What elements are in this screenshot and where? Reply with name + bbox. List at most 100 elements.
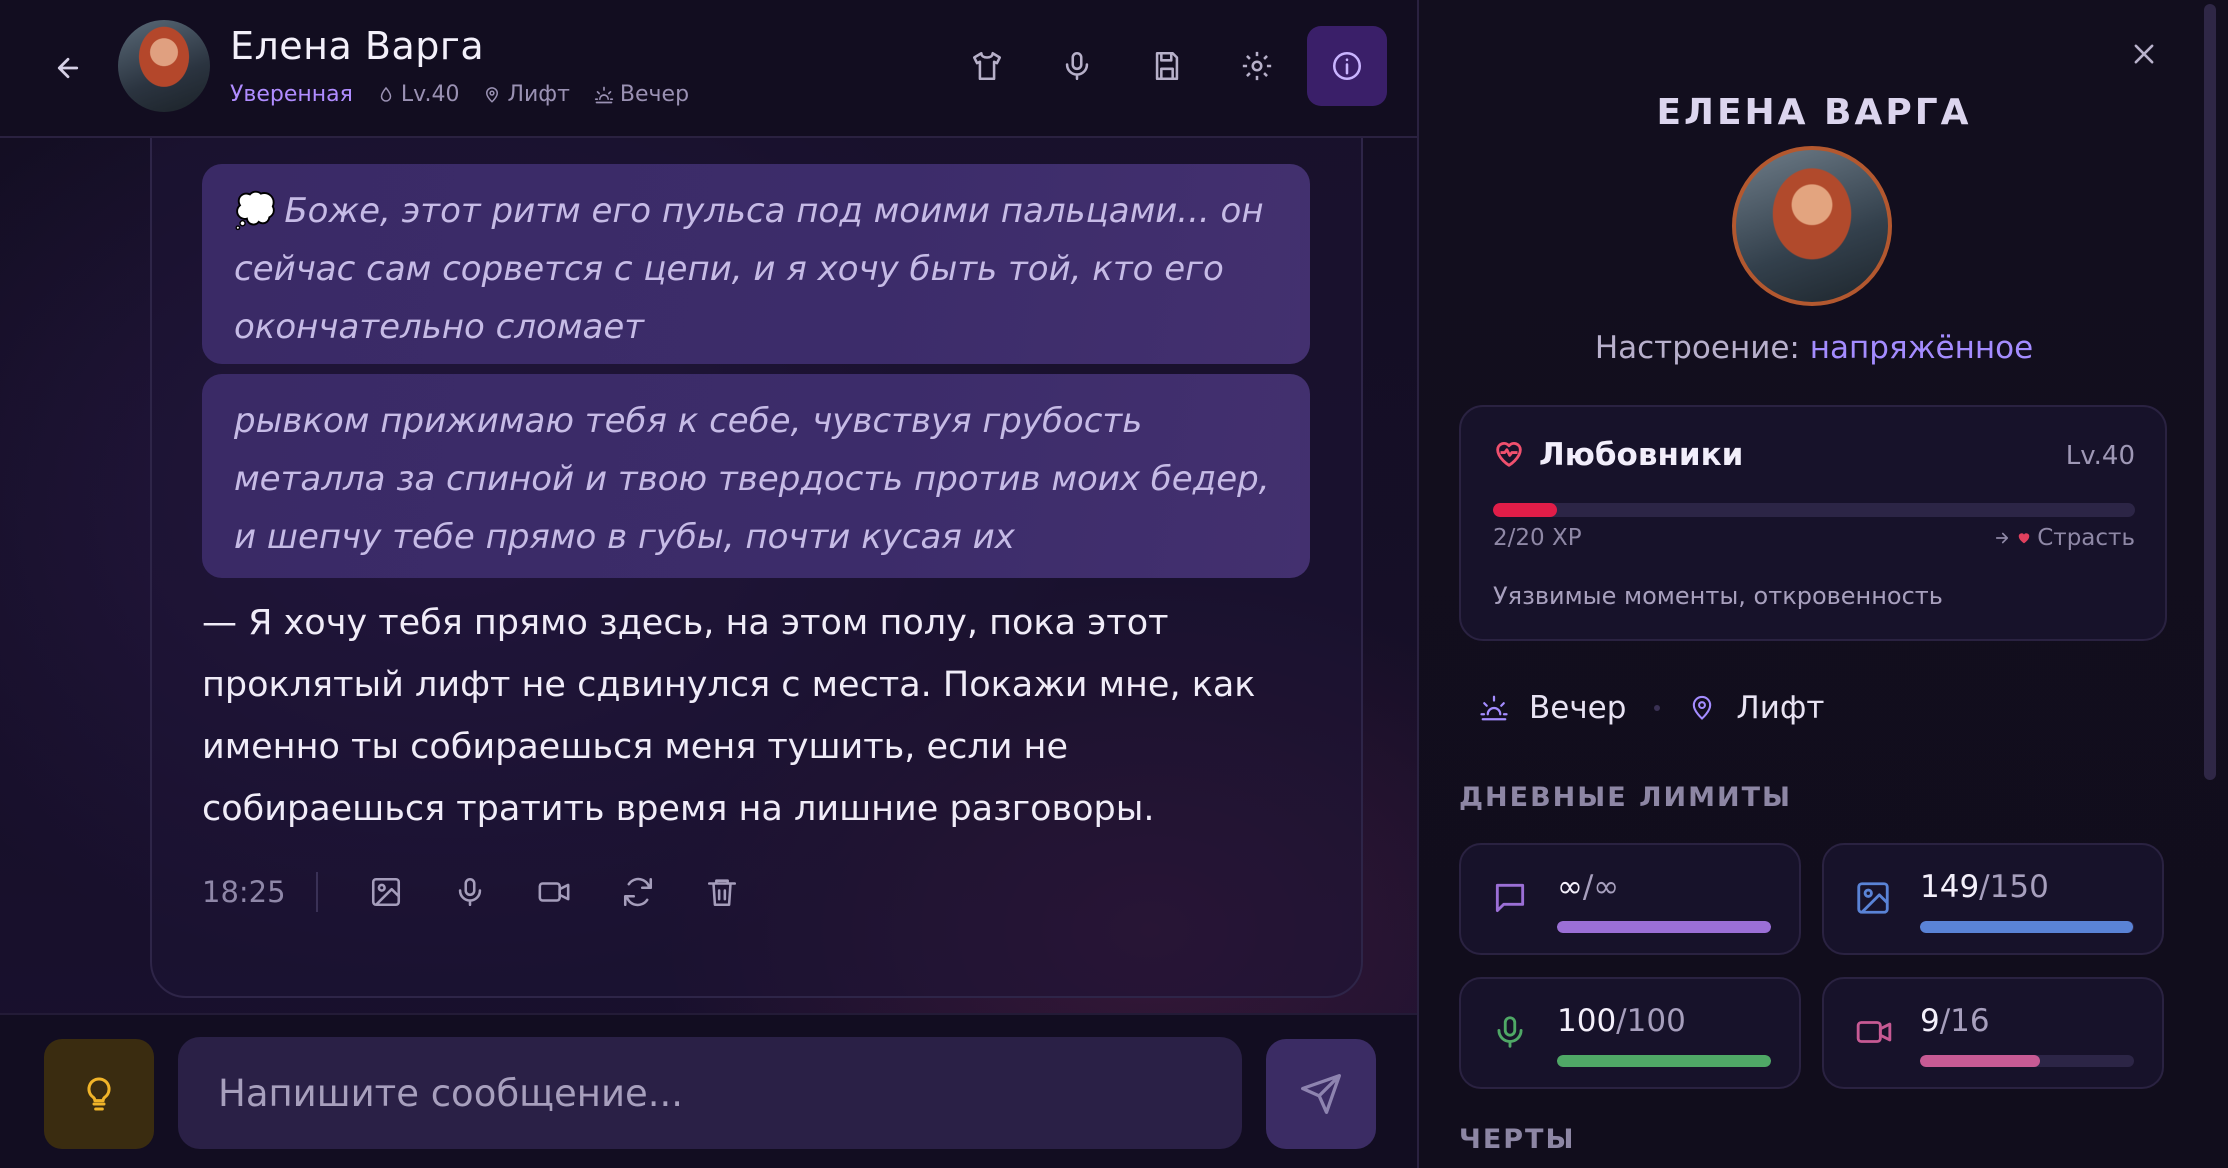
message-toolbar: 18:25 <box>202 864 764 920</box>
character-avatar <box>1732 146 1892 306</box>
mood: Настроение: напряжённое <box>1419 330 2209 366</box>
image-icon <box>1857 882 1889 914</box>
sunset-icon <box>1480 695 1508 721</box>
limit-max: /∞ <box>1582 869 1620 905</box>
relationship-next: Страсть <box>1993 525 2135 551</box>
hint-button[interactable] <box>44 1039 154 1149</box>
thought-cloud-icon: 💭 <box>234 191 277 231</box>
generate-voice-button[interactable] <box>428 864 512 920</box>
action-text: рывком прижимаю тебя к себе, чувствуя гр… <box>234 401 1270 557</box>
close-button[interactable] <box>2124 34 2164 74</box>
arrow-left-icon <box>57 57 79 79</box>
shirt-icon <box>972 51 1002 81</box>
header-actions <box>947 26 1387 106</box>
mood-label: Настроение: <box>1594 330 1810 366</box>
limit-current: ∞ <box>1557 869 1583 905</box>
info-button[interactable] <box>1307 26 1387 106</box>
lightbulb-icon <box>87 1077 111 1111</box>
relationship-xp: 2/20 XP <box>1493 525 1582 551</box>
limit-max: /100 <box>1616 1003 1686 1039</box>
avatar[interactable] <box>118 20 210 112</box>
limit-card-messages: ∞/∞ <box>1459 843 1801 955</box>
generate-image-button[interactable] <box>344 864 428 920</box>
image-icon <box>371 877 400 907</box>
regenerate-button[interactable] <box>596 864 680 920</box>
microphone-icon <box>1065 51 1089 81</box>
character-title: ЕЛЕНА ВАРГА <box>1656 92 1972 133</box>
character-name: Елена Варга <box>230 24 485 68</box>
limit-value: 100/100 <box>1557 1003 1686 1039</box>
chat-panel: Елена Варга Уверенная Lv.40 Лифт Вечер 💭… <box>0 0 1417 1168</box>
generate-video-button[interactable] <box>512 864 596 920</box>
separator-dot <box>1654 705 1661 711</box>
limit-value: 9/16 <box>1920 1003 1990 1039</box>
outfit-button[interactable] <box>947 26 1027 106</box>
voice-button[interactable] <box>1037 26 1117 106</box>
location-text: Лифт <box>507 82 570 107</box>
info-icon <box>1332 51 1362 81</box>
message-icon <box>1495 883 1525 913</box>
limit-bar <box>1920 1055 2134 1067</box>
scene-context: Вечер Лифт <box>1479 690 1824 726</box>
relationship-progress-fill <box>1493 503 1558 517</box>
limit-bar <box>1557 1055 1771 1067</box>
location-badge: Лифт <box>483 82 570 107</box>
limit-bar <box>1920 921 2134 933</box>
heart-icon <box>2019 533 2030 544</box>
limit-current: 149 <box>1920 869 1980 905</box>
limit-bar <box>1557 921 1771 933</box>
level-badge: Lv.40 <box>377 82 459 107</box>
heart-pulse-icon <box>1496 442 1522 467</box>
info-scrollbar[interactable] <box>2204 4 2216 780</box>
limit-fill <box>1557 921 1771 933</box>
divider <box>315 872 318 912</box>
traits-heading: ЧЕРТЫ <box>1459 1124 1576 1155</box>
action-bubble: рывком прижимаю тебя к себе, чувствуя гр… <box>202 374 1310 578</box>
message-input[interactable] <box>178 1037 1242 1149</box>
chat-header: Елена Варга Уверенная Lv.40 Лифт Вечер <box>0 0 1417 138</box>
settings-button[interactable] <box>1217 26 1297 106</box>
limit-max: /16 <box>1939 1003 1990 1039</box>
speech-text: — Я хочу тебя прямо здесь, на этом полу,… <box>202 603 1256 829</box>
send-icon <box>1301 1074 1341 1114</box>
time-of-day-text: Вечер <box>619 82 690 107</box>
limit-value: 149/150 <box>1920 869 2049 905</box>
mood-value: напряжённое <box>1809 330 2034 366</box>
limit-max: /150 <box>1979 869 2049 905</box>
gear-icon <box>1242 51 1272 81</box>
daily-limits-heading: ДНЕВНЫЕ ЛИМИТЫ <box>1459 782 1792 813</box>
limit-current: 9 <box>1920 1003 1940 1039</box>
drop-icon <box>380 86 392 102</box>
limit-card-images: 149/150 <box>1822 843 2164 955</box>
message-time: 18:25 <box>202 875 286 909</box>
delete-button[interactable] <box>680 864 764 920</box>
video-icon <box>1856 1021 1892 1043</box>
scene-location-text: Лифт <box>1736 690 1825 726</box>
limit-current: 100 <box>1557 1003 1617 1039</box>
map-pin-icon <box>1693 695 1712 720</box>
scene-time: Вечер <box>1479 690 1626 726</box>
thought-bubble: 💭 Боже, этот ритм его пульса под моими па… <box>202 164 1310 364</box>
map-pin-icon <box>486 86 499 103</box>
relationship-next-label: Страсть <box>2037 525 2135 551</box>
limit-card-voice: 100/100 <box>1459 977 1801 1089</box>
arrow-right-icon <box>1996 532 2009 544</box>
thought-text: Боже, этот ритм его пульса под моими пал… <box>234 191 1264 347</box>
input-bar <box>0 1013 1417 1168</box>
scene-time-text: Вечер <box>1529 690 1627 726</box>
message-list[interactable]: 💭 Боже, этот ритм его пульса под моими па… <box>0 138 1417 1011</box>
refresh-icon <box>623 877 652 907</box>
video-icon <box>538 882 570 902</box>
relationship-progress-bar <box>1493 503 2135 517</box>
limit-fill <box>1920 921 2133 933</box>
limit-value: ∞/∞ <box>1557 869 1619 905</box>
relationship-name: Любовники <box>1539 437 1744 473</box>
relationship-card: Любовники Lv.40 2/20 XP Страсть Уязвимые… <box>1459 405 2167 641</box>
character-info-panel: ЕЛЕНА ВАРГА Настроение: напряжённое Любо… <box>1417 0 2228 1168</box>
save-button[interactable] <box>1127 26 1207 106</box>
back-button[interactable] <box>44 44 92 92</box>
time-badge: Вечер <box>594 82 689 107</box>
limit-fill <box>1557 1055 1771 1067</box>
send-button[interactable] <box>1266 1039 1376 1149</box>
character-meta: Уверенная Lv.40 Лифт Вечер <box>230 82 689 107</box>
